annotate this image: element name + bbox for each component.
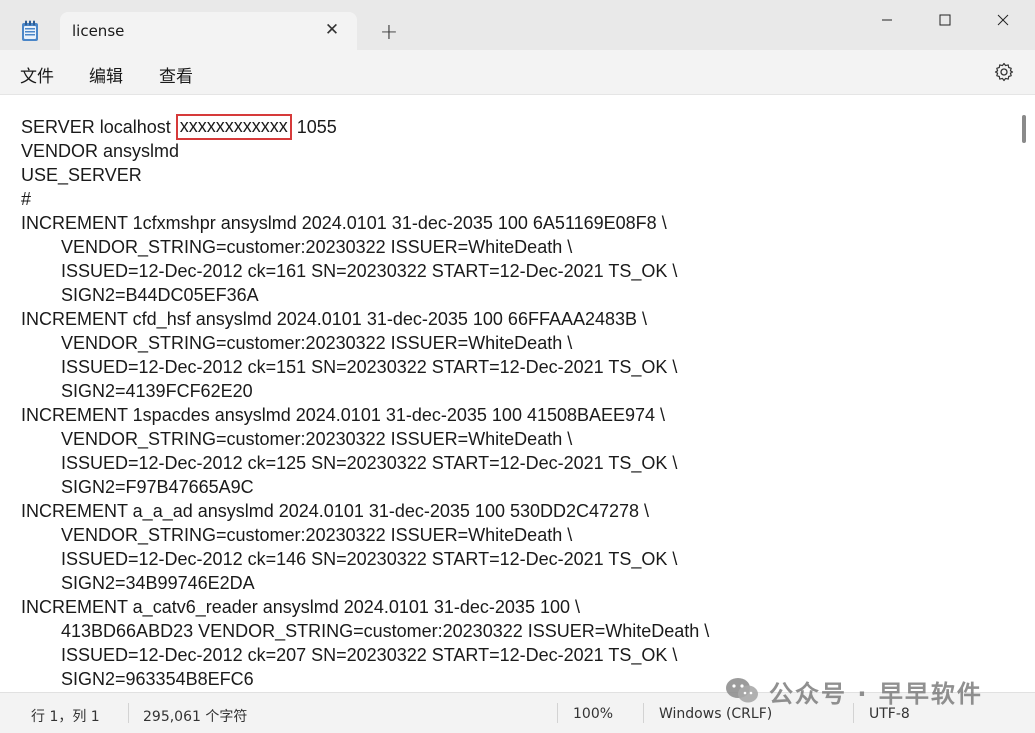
vertical-scrollbar-thumb[interactable] [1022,115,1026,143]
editor-line-text: SIGN2=34B99746E2DA [61,573,255,593]
editor-line-text: VENDOR_STRING=customer:20230322 ISSUER=W… [61,525,573,545]
editor-line-text: ISSUED=12-Dec-2012 ck=125 SN=20230322 ST… [61,453,678,473]
editor-line: VENDOR ansyslmd [21,139,1011,163]
status-line-ending[interactable]: Windows (CRLF) [659,706,772,722]
editor-line-text: VENDOR_STRING=customer:20230322 ISSUER=W… [61,237,573,257]
menu-edit[interactable]: 编辑 [89,62,123,87]
editor-line-text: SIGN2=B44DC05EF36A [61,285,259,305]
status-divider [557,703,558,723]
editor-line: ISSUED=12-Dec-2012 ck=146 SN=20230322 ST… [21,547,1011,571]
editor-line: USE_SERVER [21,163,1011,187]
status-zoom[interactable]: 100% [573,706,613,722]
status-divider [128,703,129,723]
editor-line-text: VENDOR_STRING=customer:20230322 ISSUER=W… [61,333,573,353]
watermark: 公众号 · 早早软件 [723,674,983,708]
editor-line-text: SIGN2=963354B8EFC6 [61,669,254,689]
minimize-button[interactable] [858,0,916,38]
editor-line: VENDOR_STRING=customer:20230322 ISSUER=W… [21,523,1011,547]
maximize-icon [939,14,951,25]
editor-line-text: SIGN2=4139FCF62E20 [61,381,253,401]
status-cursor-position: 行 1，列 1 [31,709,100,725]
editor-line-text: INCREMENT a_catv6_reader ansyslmd 2024.0… [21,597,580,617]
editor-line-text: INCREMENT a_a_ad ansyslmd 2024.0101 31-d… [21,501,650,521]
close-window-button[interactable] [974,0,1032,38]
menu-view[interactable]: 查看 [159,62,193,87]
editor-line-text: SIGN2=F97B47665A9C [61,477,254,497]
menu-file[interactable]: 文件 [20,62,54,87]
editor-line: SERVER localhost xxxxxxxxxxxx 1055 [21,114,1011,140]
editor-line: 413BD66ABD23 VENDOR_STRING=customer:2023… [21,619,1011,643]
status-char-count: 295,061 个字符 [143,709,248,725]
editor-line: ISSUED=12-Dec-2012 ck=161 SN=20230322 ST… [21,259,1011,283]
editor-line-text: SERVER localhost [21,117,176,137]
tab-title: license [72,22,125,40]
editor-line: SIGN2=34B99746E2DA [21,571,1011,595]
editor-line: INCREMENT 1cfxmshpr ansyslmd 2024.0101 3… [21,211,1011,235]
editor-line: # [21,187,1011,211]
editor-line-text: INCREMENT 1spacdes ansyslmd 2024.0101 31… [21,405,666,425]
editor-line: VENDOR_STRING=customer:20230322 ISSUER=W… [21,235,1011,259]
watermark-text: 公众号 · 早早软件 [769,679,983,708]
status-divider [643,703,644,723]
editor-line-text: ISSUED=12-Dec-2012 ck=151 SN=20230322 ST… [61,357,678,377]
editor-line: INCREMENT a_a_ad ansyslmd 2024.0101 31-d… [21,499,1011,523]
highlighted-hostid: xxxxxxxxxxxx [175,114,292,140]
editor-line: VENDOR_STRING=customer:20230322 ISSUER=W… [21,427,1011,451]
maximize-button[interactable] [916,0,974,38]
editor-line: ISSUED=12-Dec-2012 ck=125 SN=20230322 ST… [21,451,1011,475]
minimize-icon [882,19,892,20]
editor-content[interactable]: SERVER localhost xxxxxxxxxxxx 1055 VENDOR… [21,114,1011,691]
new-tab-plus-icon[interactable]: + [377,21,401,45]
editor-line: SIGN2=B44DC05EF36A [21,283,1011,307]
menu-bar: 文件 编辑 查看 [0,50,1035,94]
server-port: 1055 [291,117,337,137]
notepad-app-icon [22,20,38,41]
editor-line: SIGN2=4139FCF62E20 [21,379,1011,403]
close-icon [997,14,1009,25]
editor-line: SIGN2=F97B47665A9C [21,475,1011,499]
editor-line-text: VENDOR ansyslmd [21,141,180,161]
editor-line: VENDOR_STRING=customer:20230322 ISSUER=W… [21,331,1011,355]
settings-gear-icon[interactable] [994,62,1014,82]
tab-close-icon[interactable]: ✕ [321,19,343,41]
editor-line-text: ISSUED=12-Dec-2012 ck=146 SN=20230322 ST… [61,549,678,569]
editor-line-text: ISSUED=12-Dec-2012 ck=207 SN=20230322 ST… [61,645,678,665]
editor-line-text: INCREMENT cfd_hsf ansyslmd 2024.0101 31-… [21,309,648,329]
wechat-icon [726,678,758,703]
editor-line-text: VENDOR_STRING=customer:20230322 ISSUER=W… [61,429,573,449]
editor-line-text: INCREMENT 1cfxmshpr ansyslmd 2024.0101 3… [21,213,667,233]
editor-line: ISSUED=12-Dec-2012 ck=207 SN=20230322 ST… [21,643,1011,667]
editor-line: INCREMENT cfd_hsf ansyslmd 2024.0101 31-… [21,307,1011,331]
tab-license[interactable]: license ✕ [60,12,357,51]
editor-line-text: USE_SERVER [21,165,142,185]
editor-line-text: 413BD66ABD23 VENDOR_STRING=customer:2023… [61,621,710,641]
editor-line: INCREMENT a_catv6_reader ansyslmd 2024.0… [21,595,1011,619]
editor-line: INCREMENT 1spacdes ansyslmd 2024.0101 31… [21,403,1011,427]
title-bar: license ✕ + [0,0,1035,51]
editor-line: ISSUED=12-Dec-2012 ck=151 SN=20230322 ST… [21,355,1011,379]
text-editor[interactable]: SERVER localhost xxxxxxxxxxxx 1055 VENDOR… [0,94,1035,692]
editor-line-text: ISSUED=12-Dec-2012 ck=161 SN=20230322 ST… [61,261,678,281]
editor-line-text: # [21,189,32,209]
